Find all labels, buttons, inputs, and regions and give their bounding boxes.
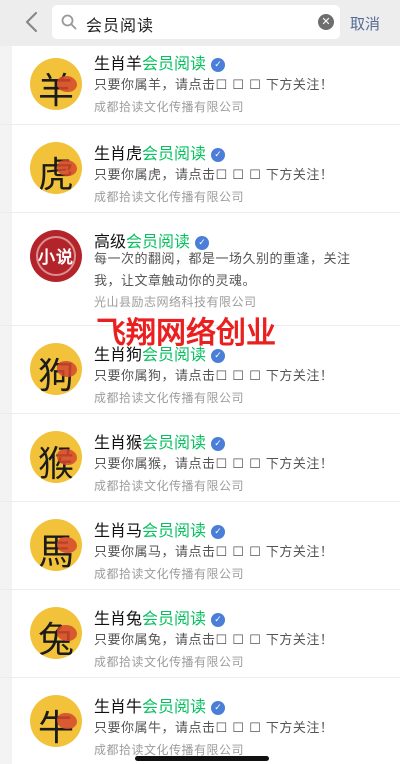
avatar-sheep: 羊 — [30, 58, 82, 110]
result-item-tiger[interactable]: 虎 生肖虎会员阅读 ✓ 只要你属虎，请点击☐ ☐ ☐ 下方关注！ 成都拾读文化传播… — [0, 125, 400, 213]
account-company: 成都拾读文化传播有限公司 — [94, 479, 245, 493]
avatar-ox: 牛 — [30, 695, 82, 747]
edge-strip — [0, 326, 12, 413]
verified-icon: ✓ — [211, 701, 226, 715]
account-description: 只要你属狗，请点击☐ ☐ ☐ 下方关注！ — [94, 369, 334, 384]
result-item-ox[interactable]: 牛 生肖牛会员阅读 ✓ 只要你属牛，请点击☐ ☐ ☐ 下方关注！ 成都拾读文化传播… — [0, 678, 400, 764]
name-highlight: 会员阅读 — [142, 54, 207, 73]
avatar-decoration — [57, 449, 77, 465]
account-company: 成都拾读文化传播有限公司 — [94, 567, 245, 581]
cancel-button[interactable]: 取消 — [350, 13, 380, 34]
avatar-decoration — [57, 160, 77, 176]
verified-icon: ✓ — [195, 236, 210, 250]
search-bar: 会员阅读 ✕ 取消 — [0, 0, 400, 46]
name-highlight: 会员阅读 — [142, 144, 207, 163]
avatar-rabbit: 兔 — [30, 607, 82, 659]
avatar-novel: 小说 — [30, 230, 82, 282]
account-company: 成都拾读文化传播有限公司 — [94, 190, 245, 204]
edge-strip — [0, 590, 12, 677]
results-list: 羊 生肖羊会员阅读 ✓ 只要你属羊，请点击☐ ☐ ☐ 下方关注！ 成都拾读文化传播… — [0, 46, 400, 764]
edge-strip — [0, 46, 12, 124]
edge-strip — [0, 125, 12, 212]
search-icon — [61, 14, 77, 30]
name-prefix: 生肖兔 — [94, 609, 143, 628]
verified-icon: ✓ — [211, 437, 226, 451]
name-highlight: 会员阅读 — [142, 697, 207, 716]
account-name: 生肖牛会员阅读 ✓ — [94, 693, 226, 717]
name-highlight: 会员阅读 — [142, 521, 207, 540]
account-name: 生肖兔会员阅读 ✓ — [94, 605, 226, 629]
account-company: 成都拾读文化传播有限公司 — [94, 391, 245, 405]
clear-icon[interactable]: ✕ — [318, 14, 334, 30]
avatar-decoration — [57, 76, 77, 92]
name-prefix: 生肖牛 — [94, 697, 143, 716]
name-prefix: 生肖马 — [94, 521, 143, 540]
avatar-decoration — [57, 537, 77, 553]
account-description: 只要你属猴，请点击☐ ☐ ☐ 下方关注！ — [94, 457, 334, 472]
watermark-text: 飞翔网络创业 — [96, 316, 276, 351]
avatar-monkey: 猴 — [30, 431, 82, 483]
account-description: 只要你属羊，请点击☐ ☐ ☐ 下方关注！ — [94, 78, 334, 93]
verified-icon: ✓ — [211, 613, 226, 627]
verified-icon: ✓ — [211, 58, 226, 72]
account-company: 成都拾读文化传播有限公司 — [94, 655, 245, 669]
account-description: 每一次的翻阅，都是一场久别的重逢，关注我，让文章触动你的灵魂。 — [94, 252, 351, 289]
avatar-dog: 狗 — [30, 343, 82, 395]
verified-icon: ✓ — [211, 148, 226, 162]
result-item-horse[interactable]: 馬 生肖马会员阅读 ✓ 只要你属马，请点击☐ ☐ ☐ 下方关注！ 成都拾读文化传播… — [0, 502, 400, 590]
search-input[interactable]: 会员阅读 — [86, 12, 154, 36]
account-description: 只要你属牛，请点击☐ ☐ ☐ 下方关注！ — [94, 721, 334, 736]
result-item-monkey[interactable]: 猴 生肖猴会员阅读 ✓ 只要你属猴，请点击☐ ☐ ☐ 下方关注！ 成都拾读文化传播… — [0, 414, 400, 502]
account-name: 生肖马会员阅读 ✓ — [94, 517, 226, 541]
edge-strip — [0, 678, 12, 764]
edge-strip — [0, 414, 12, 501]
avatar-glyph: 小说 — [38, 248, 74, 268]
name-prefix: 生肖虎 — [94, 144, 143, 163]
name-prefix: 生肖羊 — [94, 54, 143, 73]
result-item-sheep[interactable]: 羊 生肖羊会员阅读 ✓ 只要你属羊，请点击☐ ☐ ☐ 下方关注！ 成都拾读文化传播… — [0, 46, 400, 125]
avatar-decoration — [57, 361, 77, 377]
name-prefix: 生肖猴 — [94, 433, 143, 452]
verified-icon: ✓ — [211, 525, 226, 539]
account-name: 生肖猴会员阅读 ✓ — [94, 429, 226, 453]
avatar-tiger: 虎 — [30, 142, 82, 194]
account-description: 只要你属虎，请点击☐ ☐ ☐ 下方关注！ — [94, 168, 334, 183]
edge-strip — [0, 502, 12, 589]
account-description: 只要你属马，请点击☐ ☐ ☐ 下方关注！ — [94, 545, 334, 560]
avatar-decoration — [57, 713, 77, 729]
edge-strip — [0, 213, 12, 325]
search-field[interactable]: 会员阅读 ✕ — [52, 5, 340, 39]
account-company: 成都拾读文化传播有限公司 — [94, 100, 245, 114]
account-name: 生肖虎会员阅读 ✓ — [94, 140, 226, 164]
account-name: 生肖羊会员阅读 ✓ — [94, 50, 226, 74]
account-description: 只要你属兔，请点击☐ ☐ ☐ 下方关注！ — [94, 633, 334, 648]
name-highlight: 会员阅读 — [142, 433, 207, 452]
result-item-rabbit[interactable]: 兔 生肖兔会员阅读 ✓ 只要你属兔，请点击☐ ☐ ☐ 下方关注！ 成都拾读文化传播… — [0, 590, 400, 678]
home-indicator[interactable] — [135, 756, 269, 761]
avatar-horse: 馬 — [30, 519, 82, 571]
back-arrow-icon[interactable] — [22, 10, 44, 34]
name-highlight: 会员阅读 — [142, 609, 207, 628]
avatar-decoration — [57, 625, 77, 641]
